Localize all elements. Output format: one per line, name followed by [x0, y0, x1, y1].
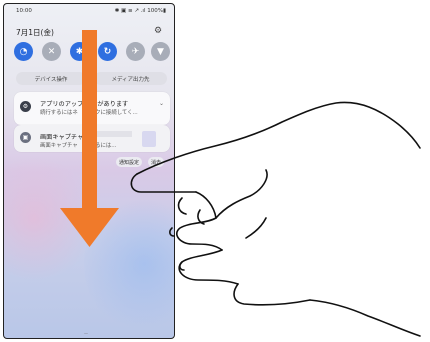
hand-illustration	[130, 101, 421, 337]
instruction-illustration: 10:00 ✱ ▣ ≡ ↗ .ıl 100%▮ 7月1日(金) ⚙ ◔ ✕ ✱ …	[0, 0, 430, 342]
